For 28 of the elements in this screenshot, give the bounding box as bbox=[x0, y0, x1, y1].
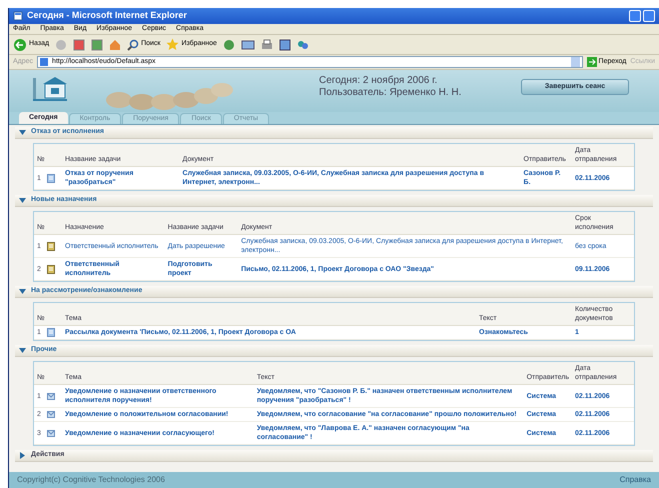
back-icon bbox=[13, 38, 27, 52]
date-text: Сегодня: 2 ноября 2006 г. bbox=[319, 75, 438, 87]
notebook-icon bbox=[46, 242, 55, 250]
star-icon bbox=[166, 38, 180, 51]
home-icon[interactable] bbox=[109, 38, 122, 50]
maximize-button[interactable] bbox=[643, 10, 655, 22]
collapse-icon bbox=[19, 129, 26, 136]
search-icon bbox=[127, 38, 140, 50]
messenger-icon[interactable] bbox=[296, 38, 309, 50]
collapse-icon bbox=[19, 197, 26, 204]
document-icon bbox=[46, 174, 55, 182]
collapse-icon bbox=[19, 347, 26, 354]
envelope-icon bbox=[46, 392, 55, 400]
envelope-icon bbox=[46, 428, 55, 438]
print-icon[interactable] bbox=[260, 38, 273, 50]
document-icon bbox=[46, 328, 55, 337]
browser-icon bbox=[13, 11, 23, 21]
help-link[interactable]: Справка bbox=[620, 474, 651, 486]
minimize-button[interactable] bbox=[629, 10, 641, 22]
page-icon bbox=[40, 58, 48, 66]
window-title: Сегодня - Microsoft Internet Explorer bbox=[27, 9, 187, 22]
user-text: Пользователь: Яременко Н. Н. bbox=[319, 87, 462, 99]
envelope-icon bbox=[46, 410, 55, 419]
collapse-icon bbox=[19, 288, 26, 295]
notebook-icon bbox=[46, 264, 55, 274]
expand-icon bbox=[19, 452, 26, 459]
copyright-text: Copyright(c) Cognitive Technologies 2006 bbox=[17, 474, 165, 486]
arrow-icon bbox=[586, 57, 597, 67]
